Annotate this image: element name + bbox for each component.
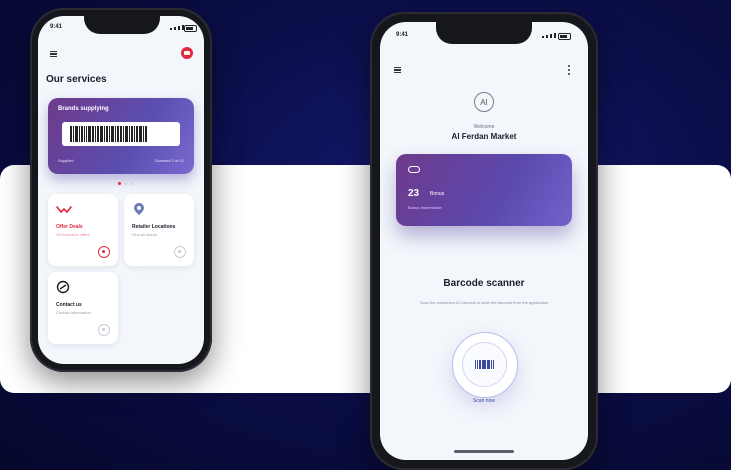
services-title: Our services [46, 74, 107, 85]
promo-title: Brands supplying [58, 106, 109, 112]
logo-text: AI [480, 97, 488, 107]
tile-arrow-button[interactable] [174, 246, 186, 258]
carousel-dots[interactable] [118, 182, 133, 185]
market-name: Al Ferdan Market [451, 132, 517, 141]
home-indicator [454, 450, 514, 453]
more-options-icon[interactable] [568, 65, 570, 75]
scan-now-label[interactable]: Scan now [380, 398, 588, 404]
phone-notch [84, 16, 160, 34]
welcome-label: Welcome [473, 124, 495, 130]
market-logo: AI [474, 92, 494, 112]
phone-notch [436, 22, 532, 44]
barcode-scanner-description: Scan the customers ID barcode to scan th… [419, 300, 549, 305]
bonus-subtitle: Bonus redeemable [408, 205, 442, 210]
signal-icon [170, 25, 184, 30]
scan-button-inner [462, 342, 507, 387]
phone-mockup-services: 9:41 Our services Brands supplying Suppl… [30, 8, 212, 372]
coin-icon [408, 166, 420, 173]
phone-mockup-scanner: 9:41 AI Welcome Al Ferdan Market 23 Bonu… [370, 12, 598, 470]
tile-name: Retailer Locations [132, 224, 176, 230]
tile-name: Contact us [56, 302, 82, 308]
menu-icon[interactable] [394, 67, 401, 73]
promo-footer-left: Supplied [58, 158, 74, 163]
tile-arrow-button[interactable] [98, 324, 110, 336]
tile-name: Offer Deals [56, 224, 83, 230]
cart-icon[interactable] [180, 46, 194, 60]
scanner-screen: 9:41 AI Welcome Al Ferdan Market 23 Bonu… [380, 22, 588, 460]
tile-sub: 15 Exclusive offers [56, 232, 90, 237]
tile-contact-us[interactable]: Contact us Contact information [48, 272, 118, 344]
headset-icon [56, 280, 70, 294]
menu-icon[interactable] [50, 51, 57, 57]
battery-icon [184, 25, 197, 32]
barcode-image [62, 122, 180, 146]
promo-footer-right: Scanned 2 of 12 [154, 158, 184, 163]
tile-retailer-locations[interactable]: Retailer Locations Find all stores [124, 194, 194, 266]
bonus-unit: Bonus [430, 191, 445, 197]
barcode-icon [475, 360, 495, 369]
bonus-value: 23 [408, 188, 420, 199]
tile-sub: Find all stores [132, 232, 157, 237]
handshake-icon [56, 206, 72, 214]
status-time: 9:41 [50, 24, 63, 30]
scan-button[interactable] [452, 332, 518, 398]
services-screen: 9:41 Our services Brands supplying Suppl… [38, 16, 204, 364]
tile-offer-deals[interactable]: Offer Deals 15 Exclusive offers [48, 194, 118, 266]
tile-arrow-button[interactable] [98, 246, 110, 258]
map-pin-icon [134, 203, 144, 215]
status-time: 9:41 [396, 32, 409, 38]
bonus-card[interactable]: 23 Bonus Bonus redeemable [396, 154, 572, 226]
promo-card[interactable]: Brands supplying Supplied Scanned 2 of 1… [48, 98, 194, 174]
tile-sub: Contact information [56, 310, 91, 315]
battery-icon [558, 33, 571, 40]
signal-icon [542, 33, 556, 38]
barcode-scanner-title: Barcode scanner [443, 278, 525, 289]
